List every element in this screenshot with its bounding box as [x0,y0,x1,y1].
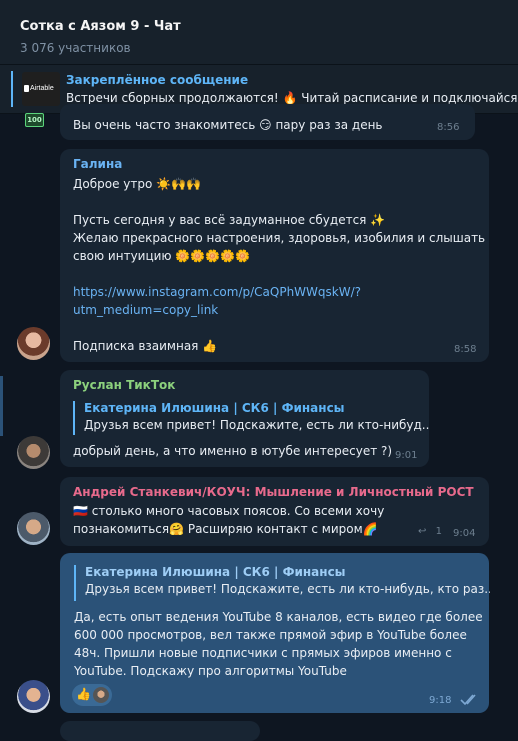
pinned-thumbnail: Airtable [22,72,60,106]
message-line: 600 000 просмотров, вел также прямой эфи… [74,628,467,642]
reply-preview[interactable]: Екатерина Илюшина | СК6 | Финансы Друзья… [73,401,429,435]
message-line: YouTube. Подскажу про алгоритмы YouTube [74,664,347,678]
message-author[interactable]: Руслан ТикТок [73,378,175,392]
message-time: 8:56 [437,122,460,133]
pinned-indicator [11,71,13,107]
reply-arrow-icon: ↩ [418,526,427,537]
message-text: Вы очень часто знакомитесь 😏 пару раз за… [73,118,383,132]
message-author[interactable]: Галина [73,157,122,171]
reply-text: Друзья всем привет! Подскажите, есть ли … [85,582,490,596]
avatar-self[interactable] [17,680,50,713]
pinned-title: Закреплённое сообщение [66,73,249,87]
chat-title: Сотка с Аязом 9 - Чат [20,19,181,34]
message-time: 8:58 [454,344,477,355]
hundred-badge-icon: 100 [25,113,44,127]
instagram-link-cont[interactable]: utm_medium=copy_link [73,301,218,319]
reply-text: Друзья всем привет! Подскажите, есть ли … [84,418,429,432]
replies-count: 1 [435,526,442,537]
message-line: Пусть сегодня у вас всё задуманное сбуде… [73,213,386,227]
reply-author: Екатерина Илюшина | СК6 | Финансы [84,401,345,415]
double-check-icon [460,691,480,706]
message-author[interactable]: Андрей Станкевич/КОУЧ: Мышление и Личнос… [73,485,474,499]
message-footer: Подписка взаимная 👍 [73,339,218,353]
message-line: Доброе утро ☀️🙌🙌 [73,177,201,191]
pinned-text: Встречи сборных продолжаются! 🔥 Читай ра… [66,91,518,105]
reaction-avatar [93,687,109,703]
message-line: Желаю прекрасного настроения, здоровья, … [73,231,486,245]
message-line: 🇷🇺 столько много часовых поясов. Со всем… [73,504,385,518]
message-bubble[interactable]: Андрей Станкевич/КОУЧ: Мышление и Личнос… [60,477,489,546]
airtable-logo-icon [24,85,29,92]
message-time: 9:01 [395,450,418,461]
message-line: свою интуицию 🌼🌼🌼🌼🌼 [73,249,251,263]
avatar-ruslan[interactable] [17,436,50,469]
reply-author: Екатерина Илюшина | СК6 | Финансы [85,565,346,579]
instagram-link[interactable]: https://www.instagram.com/p/CaQPhWWqskW/… [73,283,361,301]
message-bubble[interactable]: Галина Доброе утро ☀️🙌🙌 Пусть сегодня у … [60,149,489,362]
message-bubble[interactable]: Вы очень часто знакомитесь 😏 пару раз за… [60,104,475,140]
reply-preview[interactable]: Екатерина Илюшина | СК6 | Финансы Друзья… [74,565,490,601]
outgoing-message-bubble[interactable]: Екатерина Илюшина | СК6 | Финансы Друзья… [60,553,490,713]
scrollbar[interactable] [0,376,3,436]
message-line: 48ч. Пришли новые подписчики с прямых эф… [74,646,452,660]
message-bubble[interactable]: Руслан ТикТок Екатерина Илюшина | СК6 | … [60,370,429,467]
message-time: 9:04 [453,528,476,539]
avatar-galina[interactable] [17,327,50,360]
chat-header[interactable]: Сотка с Аязом 9 - Чат 3 076 участников [0,0,518,65]
reaction-chip[interactable]: 👍 [72,684,112,706]
message-text: добрый день, а что именно в ютубе интере… [73,444,393,458]
message-bubble[interactable] [60,721,260,741]
reply-thread-button[interactable]: ↩ 1 [418,526,442,537]
members-count: 3 076 участников [20,41,131,55]
message-time: 9:18 [429,695,452,706]
thumbs-up-icon: 👍 [76,687,91,701]
message-line: Да, есть опыт ведения YouTube 8 каналов,… [74,610,483,624]
avatar-andrey[interactable] [17,512,50,545]
pinned-thumb-label: Airtable [30,85,54,92]
message-line: познакомиться🤗 Расширяю контакт с миром🌈 [73,522,378,536]
